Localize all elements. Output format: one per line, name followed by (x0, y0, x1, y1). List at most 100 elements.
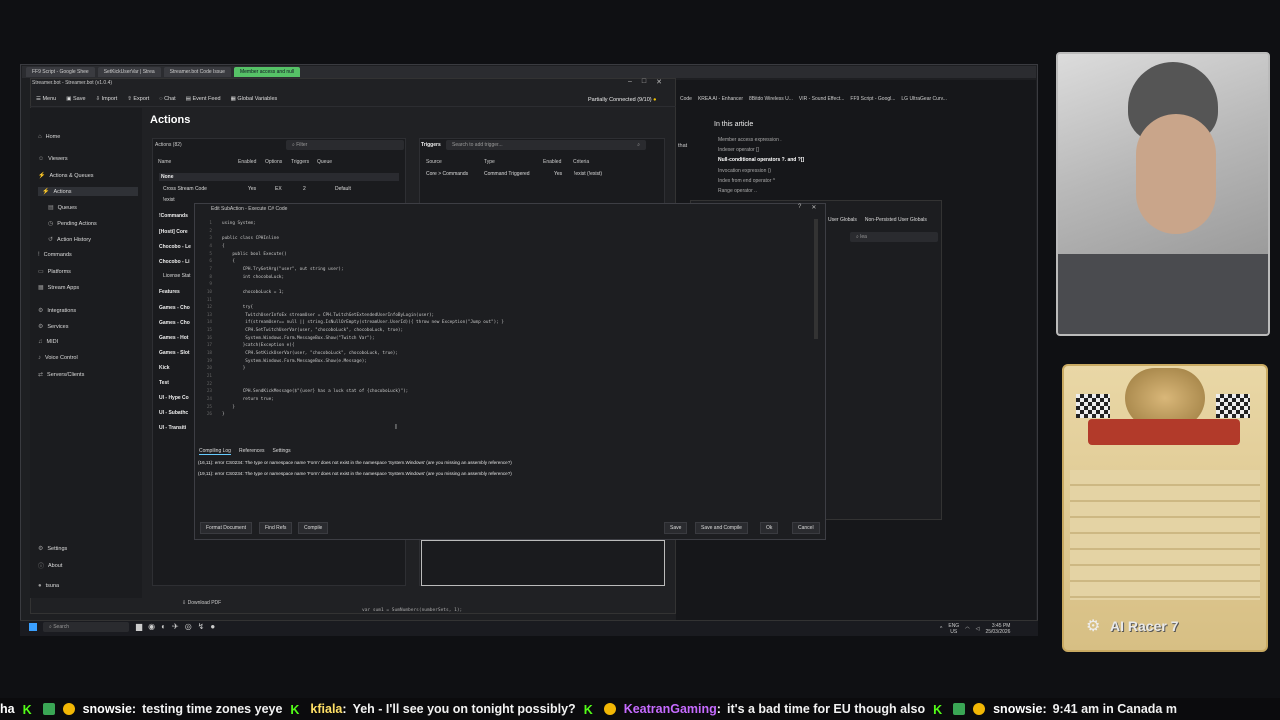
group-header[interactable]: Games - Cho (159, 305, 190, 311)
avatar: ● (38, 583, 42, 589)
article-link[interactable]: Range operator .. (718, 188, 757, 194)
group-header[interactable]: Games - Slot (159, 350, 190, 356)
sidebar-item-midi[interactable]: ♫ MIDI (38, 339, 58, 345)
minimize-icon[interactable]: – (628, 78, 632, 86)
sidebar-item-pending-actions[interactable]: ◷ Pending Actions (48, 220, 97, 228)
ok-button[interactable]: Ok (760, 522, 779, 534)
language-indicator[interactable]: ENG US (948, 623, 959, 635)
group-header[interactable]: Kick (159, 365, 170, 371)
group-header[interactable]: Games - Cho (159, 320, 190, 326)
tab-references[interactable]: References (239, 448, 265, 455)
clock[interactable]: 3:45 PM 25/03/2026 (985, 623, 1010, 635)
tab-non-persisted[interactable]: Non-Persisted User Globals (865, 217, 927, 223)
group-header[interactable]: UI - Subathc (159, 410, 188, 416)
sidebar-item-voice-control[interactable]: ♪ Voice Control (38, 355, 78, 361)
group-header[interactable]: Games - Hot (159, 335, 188, 341)
close-icon[interactable]: ✕ (656, 78, 662, 86)
start-icon[interactable] (29, 623, 37, 631)
sidebar-user[interactable]: ● tsuna (38, 583, 59, 589)
export-button[interactable]: ⇧ Export (127, 96, 149, 102)
sidebar-item-queues[interactable]: ▤ Queues (48, 204, 77, 212)
save-button[interactable]: Save (664, 522, 688, 534)
group-header[interactable]: UI - Hype Co (159, 395, 189, 401)
editor-scrollbar[interactable] (814, 219, 818, 339)
save-button[interactable]: ▣ Save (66, 96, 85, 102)
sidebar-item-viewers[interactable]: ☺ Viewers (38, 156, 68, 162)
code-line: return true; (222, 396, 274, 402)
browser-tab[interactable]: Streamer.bot Code Issue (163, 67, 231, 77)
help-icon[interactable]: ? (798, 204, 801, 211)
code-line: try{ (222, 305, 254, 311)
tab-settings[interactable]: Settings (273, 448, 291, 455)
app-icon[interactable]: ↯ (198, 622, 205, 631)
group-header[interactable]: [Hosti] Core (159, 229, 188, 235)
sidebar-item-actions[interactable]: ⚡ Actions (38, 187, 138, 196)
bookmark[interactable]: VIR - Sound Effect... (799, 94, 845, 105)
chat-button[interactable]: ◌ Chat (159, 96, 175, 102)
sidebar-item-platforms[interactable]: ▭ Platforms (38, 268, 71, 276)
browser-tab-active[interactable]: Member access and null (233, 67, 301, 77)
group-header[interactable]: UI - Transiti (159, 425, 186, 431)
article-link[interactable]: Invocation expression () (718, 168, 771, 174)
group-header[interactable]: None (159, 173, 399, 181)
kick-icon: K (290, 703, 300, 717)
trigger-search-input[interactable]: Search to add trigger... ⌕ (446, 140, 646, 150)
sidebar-item-stream-apps[interactable]: ▦ Stream Apps (38, 284, 79, 292)
bookmark[interactable]: KREA AI - Enhancer (698, 94, 743, 105)
save-and-compile-button[interactable]: Save and Compile (695, 522, 748, 534)
maximize-icon[interactable]: □ (642, 78, 646, 86)
event-feed-button[interactable]: ▤ Event Feed (186, 96, 221, 102)
article-link-active[interactable]: Null-conditional operators ?. and ?[] (718, 157, 804, 163)
tab-compiling-log[interactable]: Compiling Log (199, 448, 231, 455)
compile-button[interactable]: Compile (298, 522, 329, 534)
browser-tab[interactable]: FF9 Script - Google Shee (26, 67, 95, 77)
sidebar-item-services[interactable]: ⚙ Services (38, 323, 68, 331)
sidebar-item-commands[interactable]: ! Commands (38, 252, 72, 258)
browser-tab[interactable]: SetKickUserVar | Strea (97, 67, 161, 77)
volume-icon[interactable]: ◁ (976, 626, 980, 632)
bookmark[interactable]: Code (680, 94, 692, 105)
menu-button[interactable]: ☰ Menu (36, 96, 56, 102)
close-icon[interactable]: ✕ (811, 204, 816, 211)
sidebar-item-servers[interactable]: ⇄ Servers/Clients (38, 371, 84, 379)
import-button[interactable]: ⇩ Import (96, 96, 118, 102)
find-refs-button[interactable]: Find Refs (259, 522, 293, 534)
filter-input[interactable]: ⌕ Filter (286, 140, 404, 150)
connection-status[interactable]: Partially Connected (9/10) ● (588, 97, 656, 103)
sidebar-item-home[interactable]: ⌂ Home (38, 134, 60, 140)
code-editor[interactable]: 1 using System; 2 3 public class CPHInline 4{… (200, 215, 812, 420)
tab-user-globals[interactable]: User Globals (828, 217, 857, 223)
sidebar-item-actions-queues[interactable]: ⚡ Actions & Queues (38, 172, 94, 180)
discord-icon[interactable]: ◐ (161, 622, 166, 631)
sidebar-item-settings[interactable]: ⚙ Settings (38, 545, 67, 553)
cancel-button[interactable]: Cancel (792, 522, 820, 534)
article-link[interactable]: Index from end operator ^ (718, 178, 775, 184)
bookmark[interactable]: FF9 Script - Googl... (850, 94, 895, 105)
article-link[interactable]: Indexer operator [] (718, 147, 759, 153)
chevron-up-icon[interactable]: ^ (940, 626, 942, 632)
format-document-button[interactable]: Format Document (200, 522, 253, 534)
bookmark[interactable]: LG UltraGear Curv... (901, 94, 946, 105)
app-icon[interactable]: ● (210, 622, 215, 631)
download-pdf-link[interactable]: ⇩ Download PDF (182, 600, 221, 606)
app-icon[interactable]: ◉ (148, 622, 155, 631)
group-header[interactable]: Chocobo - Li (159, 259, 190, 265)
sidebar-item-integrations[interactable]: ⚙ Integrations (38, 307, 76, 315)
taskbar-search[interactable]: ⌕ Search (43, 622, 129, 632)
bookmark[interactable]: 8Bitdo Wireless U... (749, 94, 793, 105)
group-header[interactable]: !Commands (159, 213, 188, 219)
globals-search[interactable]: ⌕ lea (850, 232, 938, 242)
app-icon[interactable]: ✈ (172, 622, 179, 631)
article-link[interactable]: Member access expression . (718, 137, 782, 143)
app-icon[interactable]: ◎ (185, 622, 192, 631)
group-header[interactable]: Features (159, 289, 180, 295)
group-header[interactable]: Test (159, 380, 169, 386)
error-line: (19,11): error CS0234: The type or names… (198, 471, 512, 476)
folder-icon[interactable]: ▆ (136, 622, 142, 631)
list-item[interactable]: License Stat (163, 273, 191, 279)
sidebar-item-action-history[interactable]: ↺ Action History (48, 236, 91, 244)
global-variables-button[interactable]: ▦ Global Variables (231, 96, 278, 102)
sidebar-item-about[interactable]: ⓘ About (38, 561, 62, 571)
wifi-icon[interactable]: ◠ (965, 626, 969, 632)
group-header[interactable]: Chocobo - Le (159, 244, 191, 250)
